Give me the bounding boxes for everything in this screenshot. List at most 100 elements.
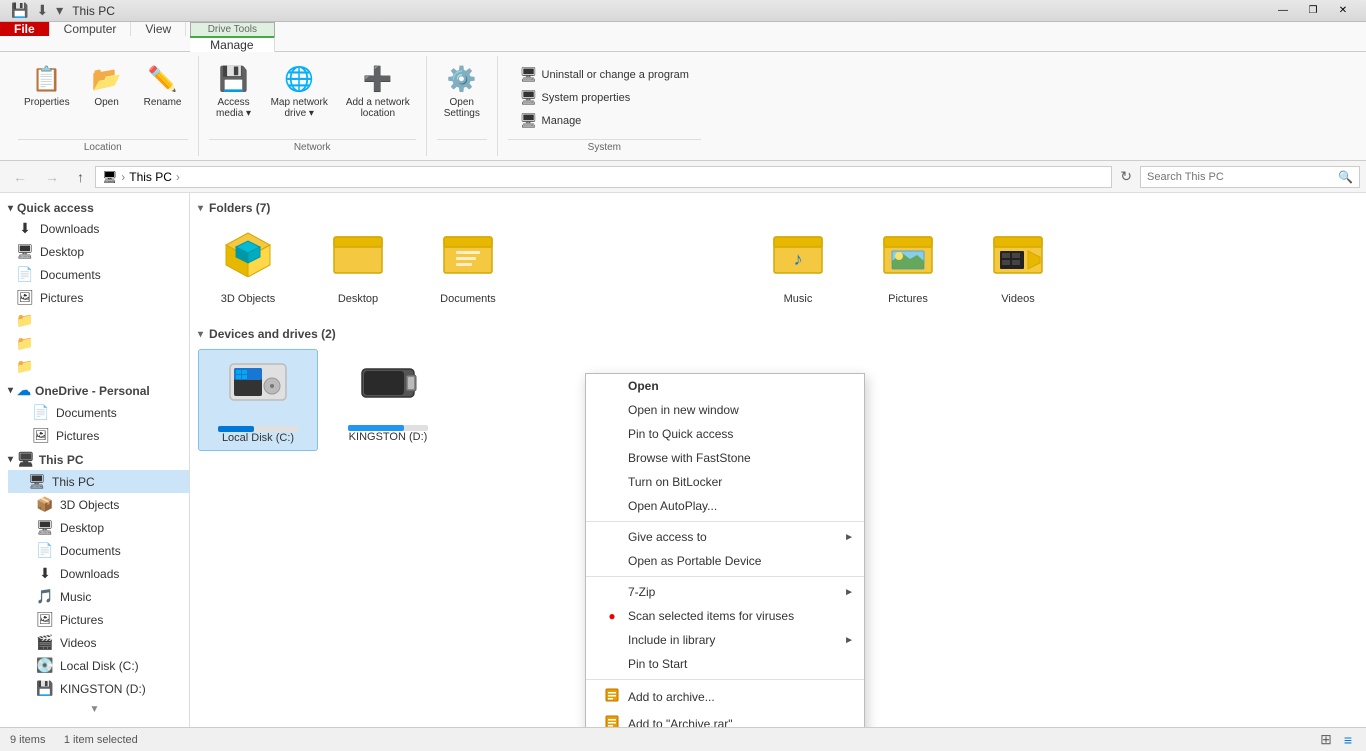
cm-scan-viruses[interactable]: ● Scan selected items for viruses: [586, 604, 864, 628]
ribbon-btn-rename[interactable]: ✏️ Rename: [138, 60, 188, 111]
view-large-icons-button[interactable]: ⊞: [1316, 730, 1336, 749]
close-button[interactable]: ✕: [1328, 1, 1358, 21]
ribbon-btn-map-drive[interactable]: 🌐 Map networkdrive ▾: [265, 60, 334, 122]
svg-text:♪: ♪: [794, 249, 803, 269]
breadcrumb[interactable]: 🖥 › This PC ›: [95, 166, 1112, 188]
cm-bitlocker-label: Turn on BitLocker: [628, 475, 722, 489]
this-pc-root-icon: 🖥: [28, 473, 46, 490]
window-title: This PC: [72, 4, 115, 18]
cm-add-archive[interactable]: Add to archive...: [586, 683, 864, 710]
cm-portable-device[interactable]: Open as Portable Device: [586, 549, 864, 573]
sidebar-item-pc-music[interactable]: 🎵 Music: [8, 585, 189, 608]
devices-section-header[interactable]: ▾ Devices and drives (2): [198, 327, 1358, 341]
folder-videos-label: Videos: [1001, 293, 1034, 305]
cm-give-access[interactable]: Give access to ►: [586, 525, 864, 549]
sidebar-item-pc-desktop[interactable]: 🖥 Desktop: [8, 516, 189, 539]
folder-videos[interactable]: Videos: [968, 223, 1068, 311]
ribbon-group-network: 💾 Accessmedia ▾ 🌐 Map networkdrive ▾ ➕ A…: [199, 56, 427, 156]
tab-computer[interactable]: Computer: [50, 22, 132, 36]
maximize-button[interactable]: ❐: [1298, 1, 1328, 21]
minimize-button[interactable]: —: [1268, 1, 1298, 21]
tab-manage[interactable]: Manage: [190, 36, 274, 52]
od-documents-label: Documents: [56, 406, 181, 420]
quick-access-bar: 💾 ⬇ ▾: [8, 1, 66, 20]
3dobjects-icon: 📦: [36, 496, 54, 513]
ribbon-btn-access-media[interactable]: 💾 Accessmedia ▾: [209, 60, 259, 122]
ribbon-btn-properties[interactable]: 📋 Properties: [18, 60, 76, 111]
cm-open[interactable]: Open: [586, 374, 864, 398]
cm-open-new-window[interactable]: Open in new window: [586, 398, 864, 422]
breadcrumb-sep2: ›: [176, 170, 180, 184]
sidebar-item-extra3[interactable]: 📁: [8, 355, 189, 378]
sidebar-item-pc-videos[interactable]: 🎬 Videos: [8, 631, 189, 654]
sidebar-item-extra1[interactable]: 📁: [8, 309, 189, 332]
folder-pictures[interactable]: Pictures: [858, 223, 958, 311]
forward-button[interactable]: →: [38, 166, 66, 188]
sidebar-section-quickaccess[interactable]: ▾ Quick access: [0, 197, 189, 217]
refresh-button[interactable]: ↻: [1116, 166, 1136, 187]
sidebar-section-thispc[interactable]: ▾ 🖥 This PC: [0, 447, 189, 470]
folder-music[interactable]: ♪ Music: [748, 223, 848, 311]
sidebar-item-desktop[interactable]: 🖥 Desktop 📌: [8, 240, 189, 263]
cm-autoplay[interactable]: Open AutoPlay...: [586, 494, 864, 518]
cm-add-archive-icon: [604, 688, 620, 705]
drive-local-disk[interactable]: Local Disk (C:): [198, 349, 318, 451]
qa-btn-save[interactable]: 💾: [8, 1, 31, 20]
sidebar-item-pictures[interactable]: 🖼 Pictures 📌: [8, 286, 189, 309]
pictures-label: Pictures: [40, 291, 163, 305]
extra2-icon: 📁: [16, 335, 34, 352]
folder-3dobjects[interactable]: 3D Objects: [198, 223, 298, 311]
sidebar-item-documents[interactable]: 📄 Documents 📌: [8, 263, 189, 286]
breadcrumb-this-pc[interactable]: This PC: [129, 170, 172, 184]
ribbon-btn-open[interactable]: 📂 Open: [82, 60, 132, 111]
sidebar-item-3dobjects[interactable]: 📦 3D Objects: [8, 493, 189, 516]
pc-downloads-icon: ⬇: [36, 565, 54, 582]
cm-add-archive-rar[interactable]: Add to "Archive.rar": [586, 710, 864, 727]
sidebar-item-kingston[interactable]: 💾 KINGSTON (D:): [8, 677, 189, 700]
sidebar-item-local-disk[interactable]: 💽 Local Disk (C:): [8, 654, 189, 677]
cm-give-access-label: Give access to: [628, 530, 707, 544]
sidebar-item-pc-pictures[interactable]: 🖼 Pictures: [8, 608, 189, 631]
sidebar-item-downloads[interactable]: ⬇ Downloads 📌: [8, 217, 189, 240]
sidebar-item-pc-documents[interactable]: 📄 Documents: [8, 539, 189, 562]
cm-pin-start[interactable]: Pin to Start: [586, 652, 864, 676]
drive-kingston[interactable]: KINGSTON (D:): [328, 349, 448, 451]
search-input[interactable]: [1147, 171, 1338, 183]
qa-btn-dropdown[interactable]: ▾: [53, 1, 66, 20]
cm-library-arrow: ►: [844, 635, 854, 646]
sidebar-item-od-documents[interactable]: 📄 Documents: [8, 401, 189, 424]
cm-bitlocker[interactable]: Turn on BitLocker: [586, 470, 864, 494]
cm-scan-icon: ●: [604, 609, 620, 623]
thispc-items: 🖥 This PC 📦 3D Objects 🖥 Desktop 📄 Docum…: [0, 470, 189, 700]
ribbon-btn-manage[interactable]: 🖥 Manage: [516, 110, 693, 131]
sidebar-item-extra2[interactable]: 📁: [8, 332, 189, 355]
back-button[interactable]: ←: [6, 166, 34, 188]
cm-browse-faststone[interactable]: Browse with FastStone: [586, 446, 864, 470]
ribbon-group-system: 🖥 Uninstall or change a program 🖥 System…: [498, 56, 711, 156]
folders-section-header[interactable]: ▾ Folders (7): [198, 201, 1358, 215]
folder-desktop[interactable]: Desktop: [308, 223, 408, 311]
sidebar-item-pc-downloads[interactable]: ⬇ Downloads: [8, 562, 189, 585]
sidebar-section-onedrive[interactable]: ▾ ☁ OneDrive - Personal: [0, 378, 189, 401]
tab-file[interactable]: File: [0, 22, 50, 36]
add-network-icon: ➕: [362, 63, 394, 95]
ribbon-btn-add-network[interactable]: ➕ Add a networklocation: [340, 60, 416, 122]
ribbon-btn-system-properties[interactable]: 🖥 System properties: [516, 87, 693, 108]
folder-documents[interactable]: Documents: [418, 223, 518, 311]
cm-pin-quick-access[interactable]: Pin to Quick access: [586, 422, 864, 446]
search-icon[interactable]: 🔍: [1338, 170, 1353, 184]
pc-downloads-label: Downloads: [60, 567, 181, 581]
ribbon-btn-uninstall[interactable]: 🖥 Uninstall or change a program: [516, 64, 693, 85]
sidebar-item-this-pc-root[interactable]: 🖥 This PC: [8, 470, 189, 493]
cm-7zip[interactable]: 7-Zip ►: [586, 580, 864, 604]
search-box: 🔍: [1140, 166, 1360, 188]
qa-btn-undo[interactable]: ⬇: [33, 1, 51, 20]
cm-7zip-label: 7-Zip: [628, 585, 655, 599]
ribbon-btn-open-settings[interactable]: ⚙️ OpenSettings: [437, 60, 487, 122]
main-layout: ▾ Quick access ⬇ Downloads 📌 🖥 Desktop 📌…: [0, 193, 1366, 727]
tab-view[interactable]: View: [131, 22, 186, 36]
up-button[interactable]: ↑: [70, 166, 91, 188]
cm-include-library[interactable]: Include in library ►: [586, 628, 864, 652]
view-details-button[interactable]: ≡: [1340, 730, 1356, 749]
sidebar-item-od-pictures[interactable]: 🖼 Pictures: [8, 424, 189, 447]
